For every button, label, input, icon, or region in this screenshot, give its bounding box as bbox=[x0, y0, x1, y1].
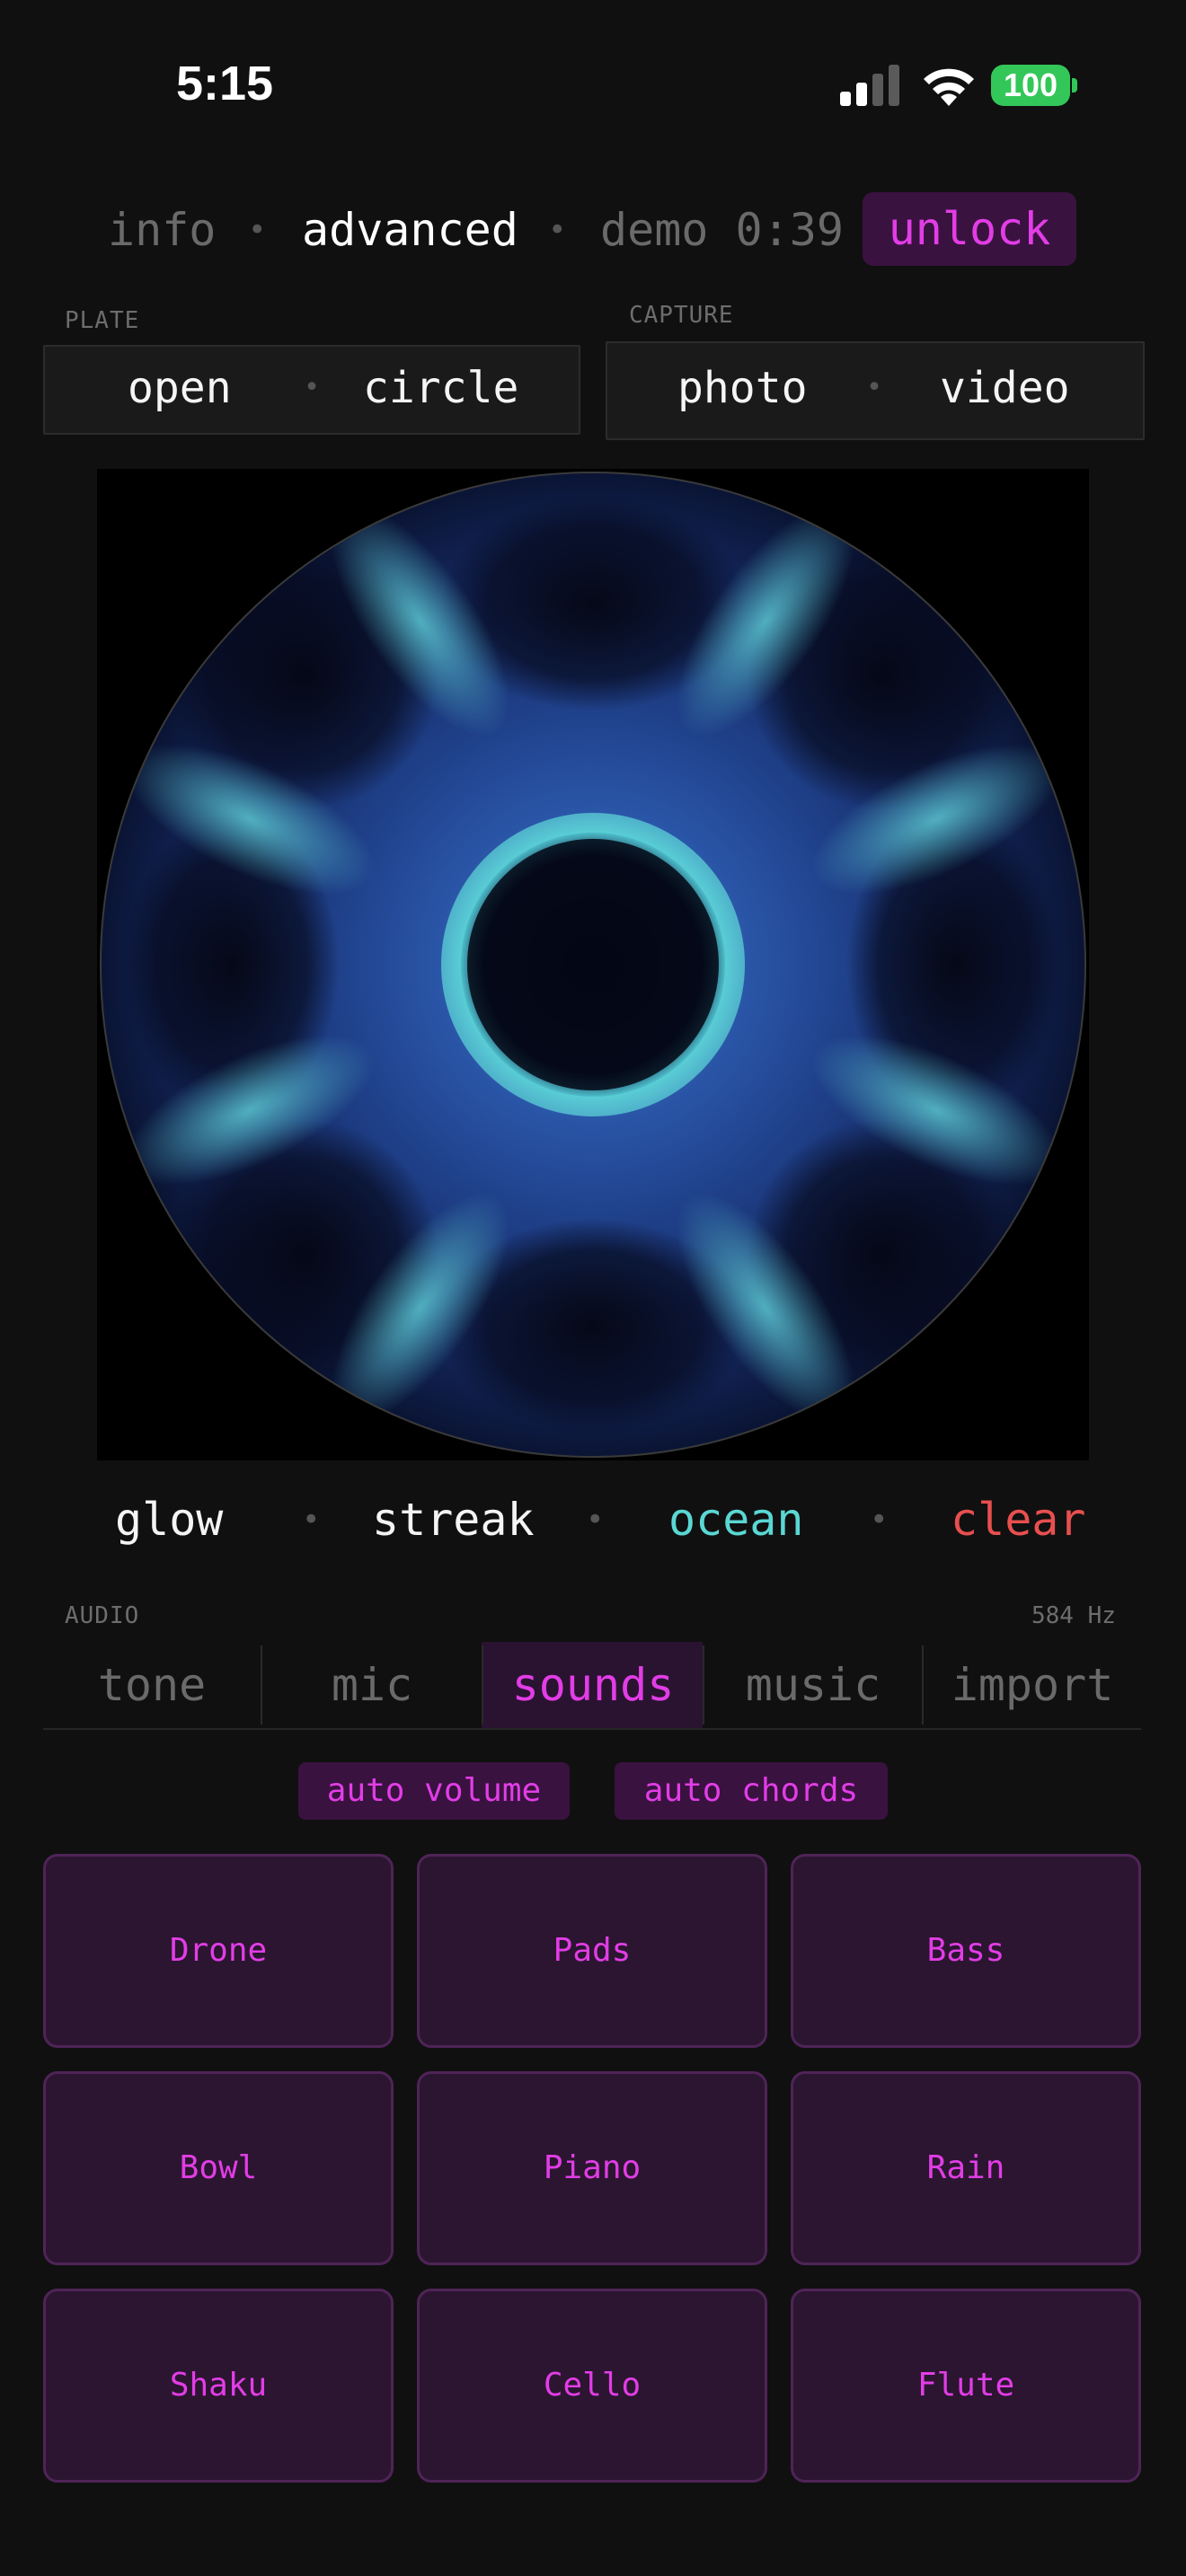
auto-chords-toggle[interactable]: auto chords bbox=[615, 1762, 888, 1820]
audio-label: AUDIO bbox=[65, 1602, 140, 1629]
cellular-signal-icon bbox=[840, 65, 899, 106]
capture-video-button[interactable]: video bbox=[940, 343, 1070, 433]
sound-drone-button[interactable]: Drone bbox=[43, 1854, 394, 2048]
effects-separator-dot: • bbox=[302, 1502, 321, 1538]
effects-separator-dot: • bbox=[586, 1502, 605, 1538]
nav-demo-timer[interactable]: demo 0:39 bbox=[600, 189, 844, 271]
wifi-icon bbox=[924, 68, 974, 106]
nav-advanced[interactable]: advanced bbox=[302, 189, 518, 271]
sound-shaku-button[interactable]: Shaku bbox=[43, 2289, 394, 2483]
plate-open-option[interactable]: open bbox=[128, 343, 232, 433]
sound-flute-button[interactable]: Flute bbox=[791, 2289, 1141, 2483]
status-time: 5:15 bbox=[176, 57, 274, 110]
cymatics-pattern bbox=[100, 472, 1086, 1458]
tab-mic[interactable]: mic bbox=[262, 1642, 482, 1728]
nav-info[interactable]: info bbox=[108, 189, 216, 271]
frequency-readout: 584 Hz bbox=[1031, 1602, 1116, 1629]
battery-icon: 100 bbox=[991, 65, 1077, 106]
tab-tone[interactable]: tone bbox=[43, 1642, 261, 1728]
tab-import[interactable]: import bbox=[924, 1642, 1141, 1728]
plate-label: PLATE bbox=[65, 307, 140, 334]
nav-separator-dot: • bbox=[548, 212, 567, 248]
unlock-button[interactable]: unlock bbox=[863, 192, 1076, 266]
plate-circle-option[interactable]: circle bbox=[363, 343, 518, 433]
segment-separator-dot: • bbox=[866, 372, 883, 403]
sound-cello-button[interactable]: Cello bbox=[417, 2289, 767, 2483]
nav-separator-dot: • bbox=[248, 212, 267, 248]
effects-separator-dot: • bbox=[870, 1502, 889, 1538]
capture-photo-button[interactable]: photo bbox=[677, 343, 808, 433]
sound-rain-button[interactable]: Rain bbox=[791, 2071, 1141, 2265]
sound-pads-button[interactable]: Pads bbox=[417, 1854, 767, 2048]
effect-glow-button[interactable]: glow bbox=[115, 1484, 223, 1556]
capture-label: CAPTURE bbox=[629, 302, 734, 329]
effect-streak-button[interactable]: streak bbox=[372, 1484, 535, 1556]
segment-separator-dot: • bbox=[304, 372, 321, 403]
effect-ocean-button[interactable]: ocean bbox=[668, 1484, 804, 1556]
sound-bass-button[interactable]: Bass bbox=[791, 1854, 1141, 2048]
battery-percentage: 100 bbox=[1003, 66, 1058, 103]
tab-music[interactable]: music bbox=[704, 1642, 922, 1728]
sound-piano-button[interactable]: Piano bbox=[417, 2071, 767, 2265]
cymatics-canvas[interactable] bbox=[97, 469, 1089, 1460]
auto-volume-toggle[interactable]: auto volume bbox=[298, 1762, 570, 1820]
clear-button[interactable]: clear bbox=[951, 1484, 1086, 1556]
tabs-underline bbox=[43, 1728, 1141, 1730]
tab-sounds[interactable]: sounds bbox=[483, 1642, 703, 1728]
sound-bowl-button[interactable]: Bowl bbox=[43, 2071, 394, 2265]
